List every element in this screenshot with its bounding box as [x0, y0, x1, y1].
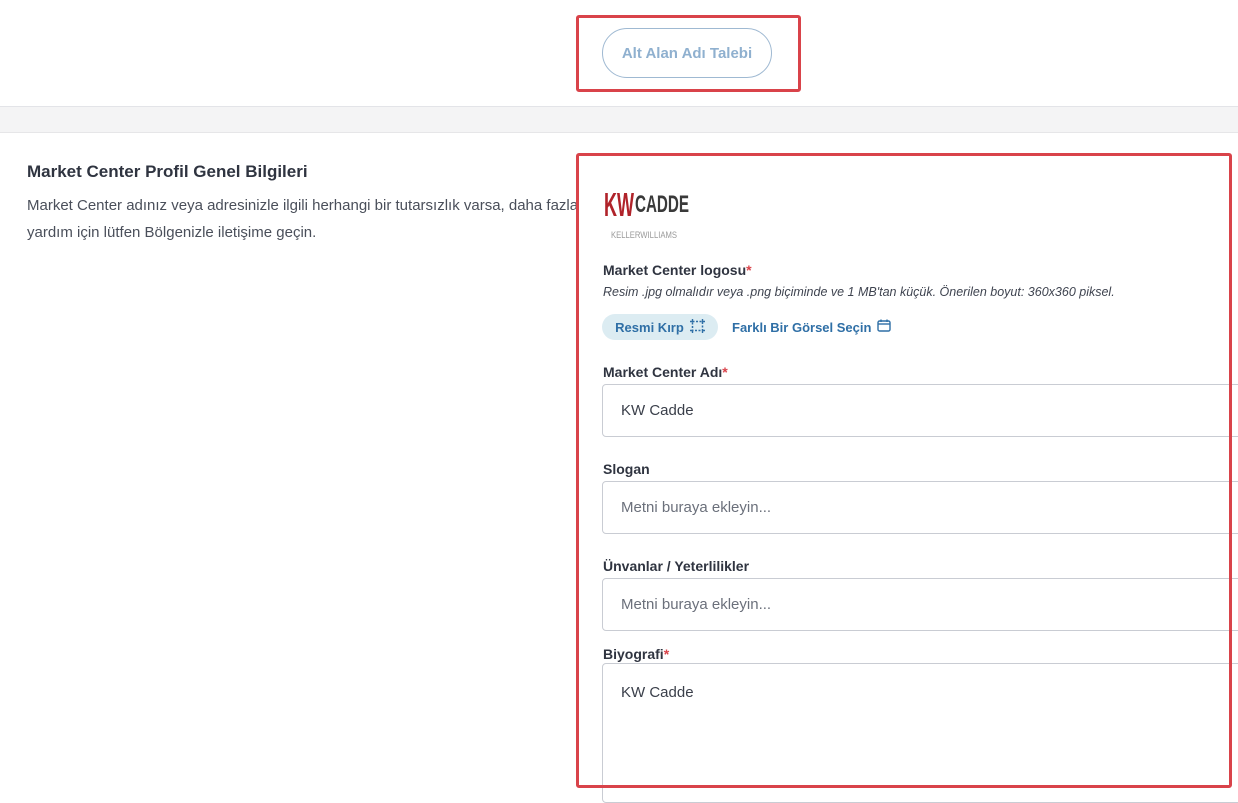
slogan-input[interactable] [602, 481, 1238, 534]
subdomain-request-button[interactable]: Alt Alan Adı Talebi [602, 28, 772, 78]
logo-kw-text: KW [604, 186, 634, 223]
calendar-icon [877, 319, 892, 335]
titles-field-label: Ünvanlar / Yeterlilikler [603, 558, 750, 574]
crop-image-label: Resmi Kırp [615, 319, 684, 335]
logo-field-label: Market Center logosu* [603, 262, 752, 278]
biography-textarea[interactable] [602, 663, 1238, 803]
name-field-label: Market Center Adı* [603, 364, 728, 380]
choose-different-image-link[interactable]: Farklı Bir Görsel Seçin [732, 314, 892, 340]
section-divider [0, 107, 1238, 133]
logo-field-hint: Resim .jpg olmalıdır veya .png biçiminde… [603, 285, 1115, 299]
top-bar: Alt Alan Adı Talebi [0, 0, 1238, 107]
section-title: Market Center Profil Genel Bilgileri [27, 162, 308, 181]
crop-image-button[interactable]: Resmi Kırp [602, 314, 718, 340]
market-center-logo: KW CADDE KELLERWILLIAMS [603, 174, 689, 242]
logo-subtitle-text: KELLERWILLIAMS [611, 230, 677, 240]
logo-cadde-text: CADDE [635, 191, 689, 218]
titles-qualifications-input[interactable] [602, 578, 1238, 631]
bio-field-label: Biyografi* [603, 646, 670, 662]
crop-icon [689, 318, 705, 336]
section-description: Market Center adınız veya adresinizle il… [27, 197, 579, 241]
market-center-name-input[interactable] [602, 384, 1238, 437]
choose-image-label: Farklı Bir Görsel Seçin [732, 319, 872, 335]
slogan-field-label: Slogan [603, 461, 650, 477]
